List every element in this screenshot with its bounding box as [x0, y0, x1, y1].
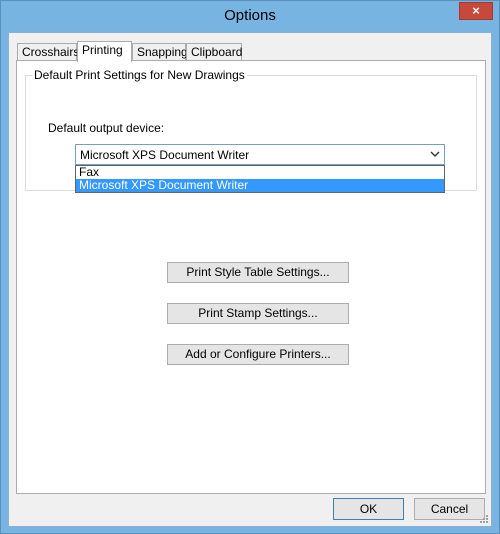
configure-printers-button[interactable]: Add or Configure Printers...: [167, 344, 349, 365]
selected-device: Microsoft XPS Document Writer: [80, 148, 250, 162]
close-icon: ×: [472, 3, 480, 18]
printing-panel: Default Print Settings for New Drawings …: [16, 60, 486, 494]
device-dropdown-list: Fax Microsoft XPS Document Writer: [75, 165, 445, 193]
options-window: Options × Crosshairs Printing Snapping C…: [0, 0, 500, 534]
tab-clipboard[interactable]: Clipboard: [186, 43, 242, 61]
tab-crosshairs[interactable]: Crosshairs: [17, 43, 79, 61]
print-style-table-button[interactable]: Print Style Table Settings...: [167, 262, 349, 283]
ok-button[interactable]: OK: [333, 498, 404, 520]
dropdown-option-xps[interactable]: Microsoft XPS Document Writer: [76, 179, 444, 192]
resize-grip-icon[interactable]: [479, 514, 489, 524]
chevron-down-icon[interactable]: [430, 147, 440, 164]
group-label: Default Print Settings for New Drawings: [32, 68, 247, 82]
output-device-dropdown[interactable]: Microsoft XPS Document Writer: [75, 144, 445, 165]
tab-printing[interactable]: Printing: [77, 41, 132, 62]
print-stamp-button[interactable]: Print Stamp Settings...: [167, 303, 349, 324]
close-button[interactable]: ×: [459, 2, 493, 20]
dialog-client: Crosshairs Printing Snapping Clipboard D…: [8, 32, 492, 527]
output-device-label: Default output device:: [48, 121, 165, 135]
window-title: Options: [224, 7, 276, 24]
title-bar[interactable]: Options ×: [1, 1, 499, 31]
tab-snapping[interactable]: Snapping: [132, 43, 188, 61]
cancel-button[interactable]: Cancel: [414, 498, 485, 520]
